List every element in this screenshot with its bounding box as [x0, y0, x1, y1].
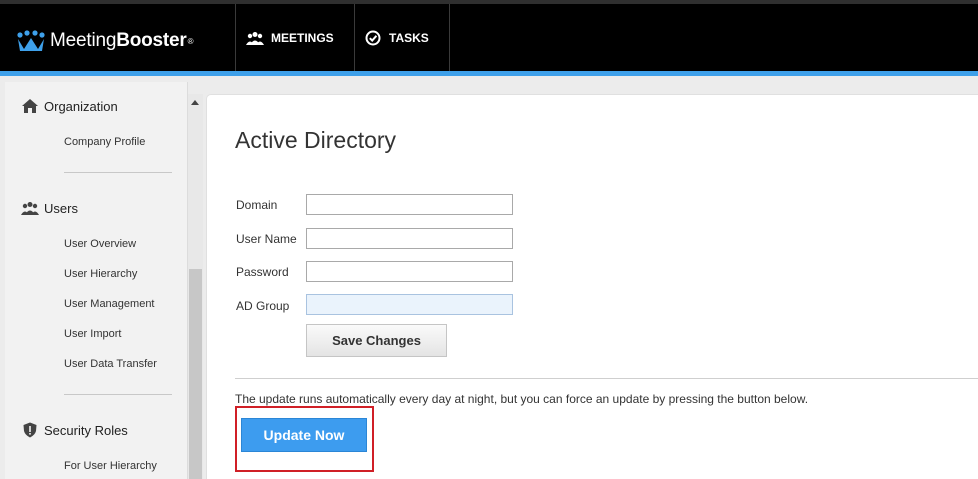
users-icon	[21, 202, 39, 215]
highlight-box	[235, 406, 374, 472]
logo-text-light: Meeting	[50, 30, 117, 51]
sidebar-section-security-roles[interactable]: Security Roles	[21, 422, 128, 438]
logo-text-bold: Booster	[116, 30, 187, 51]
sidebar-item-user-overview[interactable]: User Overview	[64, 238, 136, 250]
home-icon	[22, 99, 38, 113]
nav-tab-tasks-label: TASKS	[389, 30, 429, 45]
save-changes-button[interactable]: Save Changes	[306, 324, 447, 357]
sidebar-section-label: Organization	[44, 98, 118, 114]
sidebar-section-label: Users	[44, 200, 78, 216]
sidebar-section-users[interactable]: Users	[21, 200, 78, 216]
check-circle-icon	[365, 30, 381, 45]
sidebar-section-organization[interactable]: Organization	[21, 98, 118, 114]
sidebar-item-company-profile[interactable]: Company Profile	[64, 136, 145, 148]
sidebar-item-user-data-transfer[interactable]: User Data Transfer	[64, 358, 157, 370]
sidebar-section-label: Security Roles	[44, 422, 128, 438]
sidebar-scrollbar[interactable]	[188, 94, 203, 479]
scroll-up-arrow-icon[interactable]	[191, 100, 199, 105]
sidebar-divider	[64, 394, 172, 395]
meetings-icon	[246, 31, 264, 45]
nav-tab-meetings[interactable]: MEETINGS	[235, 4, 355, 71]
section-divider	[235, 378, 978, 379]
logo-registered-mark: ®	[187, 36, 194, 46]
nav-tab-tasks[interactable]: TASKS	[354, 4, 450, 71]
domain-input[interactable]	[306, 194, 513, 215]
password-label: Password	[236, 265, 289, 279]
sidebar-divider	[64, 172, 172, 173]
username-input[interactable]	[306, 228, 513, 249]
update-info-text: The update runs automatically every day …	[235, 392, 809, 406]
sidebar-item-user-management[interactable]: User Management	[64, 298, 155, 310]
sidebar: Organization Company Profile Users User …	[5, 82, 188, 479]
top-navbar: Meeting Booster ®	[0, 0, 978, 71]
sidebar-item-for-user-hierarchy[interactable]: For User Hierarchy	[64, 460, 157, 472]
ad-group-label: AD Group	[236, 299, 290, 313]
scrollbar-thumb[interactable]	[189, 269, 202, 479]
ad-group-input[interactable]	[306, 294, 513, 315]
sidebar-item-user-hierarchy[interactable]: User Hierarchy	[64, 268, 137, 280]
domain-label: Domain	[236, 198, 278, 212]
sidebar-item-user-import[interactable]: User Import	[64, 328, 121, 340]
username-label: User Name	[236, 232, 297, 246]
app-logo[interactable]: Meeting Booster ®	[16, 28, 193, 54]
shield-icon	[23, 422, 37, 438]
password-input[interactable]	[306, 261, 513, 282]
accent-bar	[0, 71, 978, 76]
logo-crown-icon	[17, 30, 45, 51]
nav-tab-meetings-label: MEETINGS	[271, 30, 334, 45]
page-title: Active Directory	[235, 127, 397, 153]
